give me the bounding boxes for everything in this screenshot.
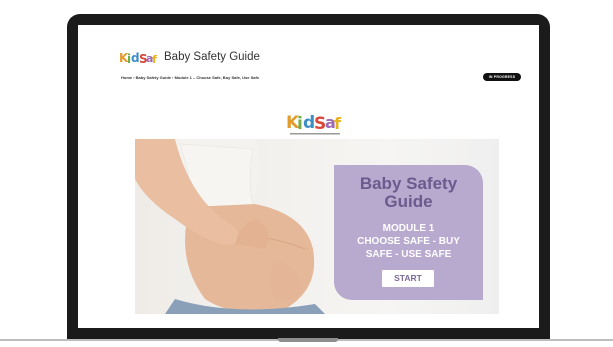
laptop-screen: K i d S a f Baby Safety Guide Home › Bab…: [78, 25, 539, 328]
hero-banner: Baby Safety Guide MODULE 1 CHOOSE SAFE -…: [135, 139, 499, 314]
svg-text:f: f: [152, 53, 157, 66]
card-subtitle: MODULE 1 CHOOSE SAFE - BUY SAFE - USE SA…: [357, 223, 460, 260]
svg-text:i: i: [297, 114, 303, 134]
laptop-frame: K i d S a f Baby Safety Guide Home › Bab…: [67, 14, 550, 340]
status-badge: IN PROGRESS: [483, 73, 521, 81]
start-button[interactable]: START: [382, 270, 434, 287]
breadcrumb[interactable]: Home › Baby Safety Guide › Module 1 – Ch…: [121, 75, 259, 80]
card-title: Baby Safety Guide: [359, 174, 458, 211]
kidsafe-logo-icon[interactable]: K i d S a f: [119, 49, 159, 67]
kidsafe-logo-center-icon: K i d S a f: [286, 113, 342, 135]
svg-text:f: f: [334, 114, 342, 133]
site-title[interactable]: Baby Safety Guide: [164, 51, 260, 63]
laptop-notch: [278, 338, 338, 342]
module-card: Baby Safety Guide MODULE 1 CHOOSE SAFE -…: [334, 165, 483, 300]
